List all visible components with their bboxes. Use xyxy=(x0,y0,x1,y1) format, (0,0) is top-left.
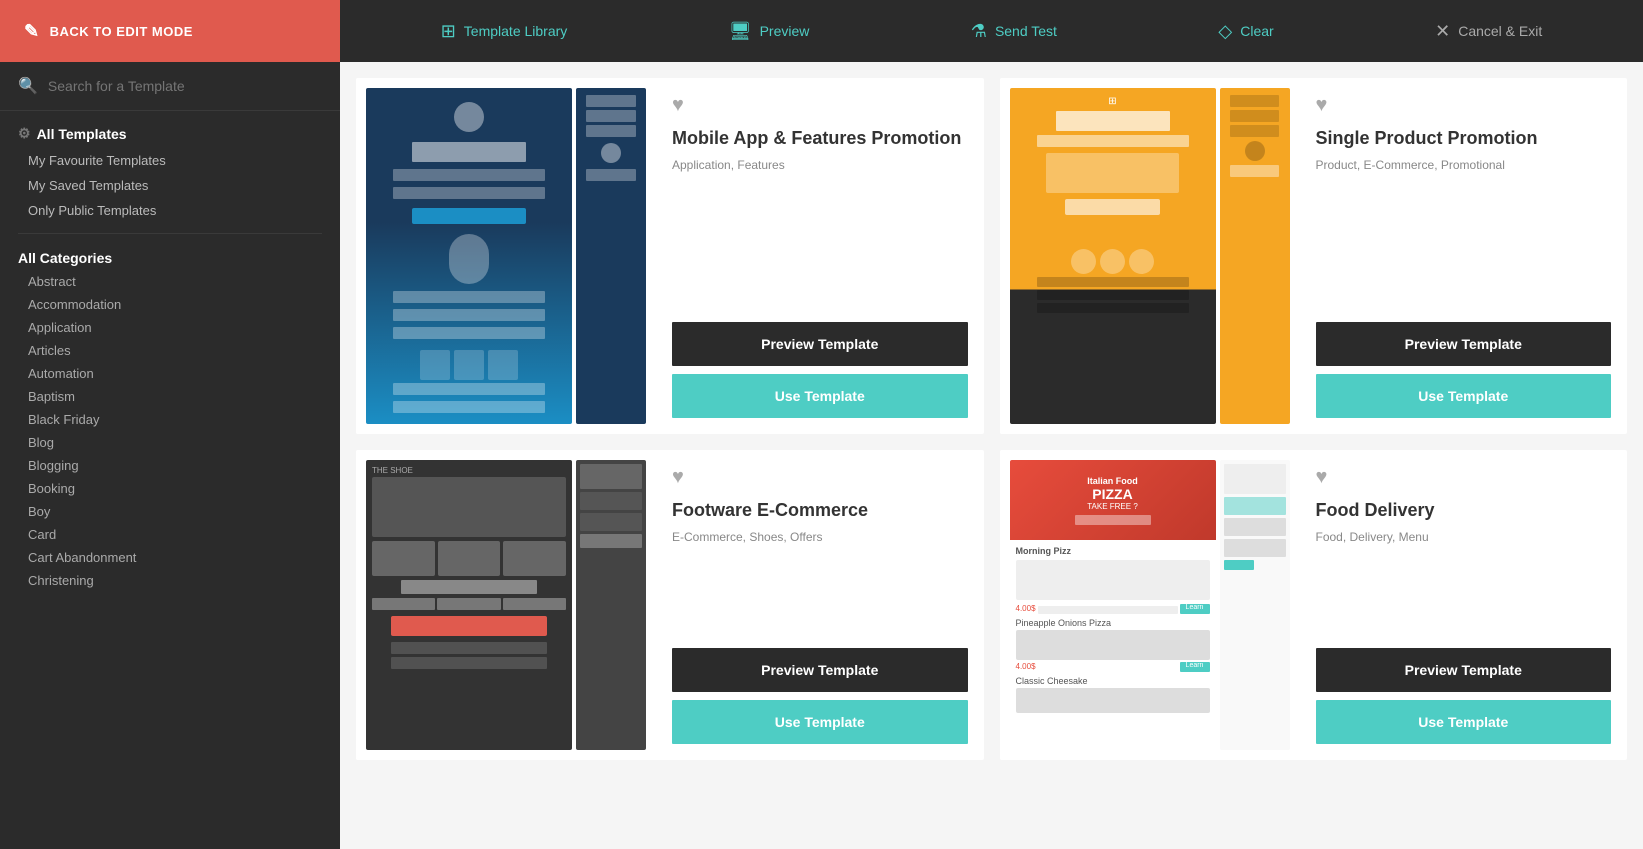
preview-btn-footware[interactable]: Preview Template xyxy=(672,648,968,692)
favourite-heart-mobile[interactable]: ♥ xyxy=(672,94,968,117)
clear-icon: ◇ xyxy=(1218,21,1232,42)
sidebar: 🔍 ⚙ All Templates My Favourite Templates… xyxy=(0,62,340,849)
card-tags-mobile: Application, Features xyxy=(672,158,968,172)
use-btn-food[interactable]: Use Template xyxy=(1316,700,1612,744)
sidebar-category-item[interactable]: Boy xyxy=(0,500,340,523)
sidebar-category-item[interactable]: Baptism xyxy=(0,385,340,408)
card-actions-food: Preview Template Use Template xyxy=(1316,648,1612,744)
all-templates-label: All Templates xyxy=(37,126,127,142)
send-test-label: Send Test xyxy=(995,23,1057,39)
card-secondary-image-footware xyxy=(576,460,646,750)
cancel-exit-nav[interactable]: ✕ Cancel & Exit xyxy=(1435,21,1542,42)
preview-btn-mobile[interactable]: Preview Template xyxy=(672,322,968,366)
card-images-mobile xyxy=(356,78,656,434)
card-details-product: ♥ Single Product Promotion Product, E-Co… xyxy=(1300,78,1628,434)
card-title-product: Single Product Promotion xyxy=(1316,127,1612,150)
sidebar-item-saved[interactable]: My Saved Templates xyxy=(0,173,340,198)
sidebar-category-item[interactable]: Card xyxy=(0,523,340,546)
preview-btn-food[interactable]: Preview Template xyxy=(1316,648,1612,692)
sidebar-item-all-templates[interactable]: ⚙ All Templates xyxy=(0,119,340,148)
favourite-heart-food[interactable]: ♥ xyxy=(1316,466,1612,489)
preview-label: Preview xyxy=(760,23,810,39)
card-title-food: Food Delivery xyxy=(1316,499,1612,522)
preview-nav[interactable]: 🖥 Preview xyxy=(729,21,810,42)
card-actions-footware: Preview Template Use Template xyxy=(672,648,968,744)
card-main-image-footware: THE SHOE xyxy=(366,460,572,750)
template-card-mobile-app: ♥ Mobile App & Features Promotion Applic… xyxy=(356,78,984,434)
card-main-image-food: Italian Food PIZZA TAKE FREE ? Morning P… xyxy=(1010,460,1216,750)
use-btn-product[interactable]: Use Template xyxy=(1316,374,1612,418)
template-library-label: Template Library xyxy=(464,23,568,39)
sidebar-divider xyxy=(18,233,322,234)
nav-items: ⊞ Template Library 🖥 Preview ⚗ Send Test… xyxy=(340,21,1643,42)
card-title-footware: Footware E-Commerce xyxy=(672,499,968,522)
back-to-edit-button[interactable]: ✎ BACK TO EDIT MODE xyxy=(0,0,340,62)
card-images-product: ⊞ xyxy=(1000,78,1300,434)
template-card-footware: THE SHOE xyxy=(356,450,984,760)
card-main-image-product: ⊞ xyxy=(1010,88,1216,424)
search-icon: 🔍 xyxy=(18,76,38,96)
card-details-food: ♥ Food Delivery Food, Delivery, Menu Pre… xyxy=(1300,450,1628,760)
sidebar-category-item[interactable]: Black Friday xyxy=(0,408,340,431)
content-area: ♥ Mobile App & Features Promotion Applic… xyxy=(340,62,1643,849)
card-images-footware: THE SHOE xyxy=(356,450,656,760)
sidebar-category-item[interactable]: Blog xyxy=(0,431,340,454)
search-box: 🔍 xyxy=(0,62,340,111)
card-actions-mobile: Preview Template Use Template xyxy=(672,322,968,418)
card-details-mobile: ♥ Mobile App & Features Promotion Applic… xyxy=(656,78,984,434)
clear-label: Clear xyxy=(1240,23,1273,39)
sidebar-category-item[interactable]: Automation xyxy=(0,362,340,385)
sidebar-category-item[interactable]: Cart Abandonment xyxy=(0,546,340,569)
saved-label: My Saved Templates xyxy=(28,178,148,193)
back-icon: ✎ xyxy=(24,21,40,42)
sidebar-category-item[interactable]: Christening xyxy=(0,569,340,592)
search-input[interactable] xyxy=(48,78,322,94)
template-card-food: Italian Food PIZZA TAKE FREE ? Morning P… xyxy=(1000,450,1628,760)
card-images-food: Italian Food PIZZA TAKE FREE ? Morning P… xyxy=(1000,450,1300,760)
preview-btn-product[interactable]: Preview Template xyxy=(1316,322,1612,366)
use-btn-footware[interactable]: Use Template xyxy=(672,700,968,744)
card-details-footware: ♥ Footware E-Commerce E-Commerce, Shoes,… xyxy=(656,450,984,760)
favourites-label: My Favourite Templates xyxy=(28,153,166,168)
cancel-icon: ✕ xyxy=(1435,21,1450,42)
clear-nav[interactable]: ◇ Clear xyxy=(1218,21,1273,42)
sidebar-item-favourites[interactable]: My Favourite Templates xyxy=(0,148,340,173)
preview-icon: 🖥 xyxy=(729,21,752,42)
card-tags-footware: E-Commerce, Shoes, Offers xyxy=(672,530,968,544)
sidebar-category-item[interactable]: Application xyxy=(0,316,340,339)
template-library-nav[interactable]: ⊞ Template Library xyxy=(441,21,568,42)
card-tags-product: Product, E-Commerce, Promotional xyxy=(1316,158,1612,172)
sidebar-category-item[interactable]: Booking xyxy=(0,477,340,500)
sidebar-category-item[interactable]: Accommodation xyxy=(0,293,340,316)
card-main-image-mobile xyxy=(366,88,572,424)
main-layout: 🔍 ⚙ All Templates My Favourite Templates… xyxy=(0,62,1643,849)
public-label: Only Public Templates xyxy=(28,203,156,218)
template-library-icon: ⊞ xyxy=(441,21,456,42)
favourite-heart-footware[interactable]: ♥ xyxy=(672,466,968,489)
top-nav: ✎ BACK TO EDIT MODE ⊞ Template Library 🖥… xyxy=(0,0,1643,62)
card-tags-food: Food, Delivery, Menu xyxy=(1316,530,1612,544)
sidebar-item-public[interactable]: Only Public Templates xyxy=(0,198,340,223)
card-actions-product: Preview Template Use Template xyxy=(1316,322,1612,418)
send-test-nav[interactable]: ⚗ Send Test xyxy=(971,21,1057,42)
categories-title: All Categories xyxy=(0,244,340,270)
send-test-icon: ⚗ xyxy=(971,21,987,42)
card-secondary-image-mobile xyxy=(576,88,646,424)
card-secondary-image-food xyxy=(1220,460,1290,750)
sidebar-category-item[interactable]: Articles xyxy=(0,339,340,362)
cancel-label: Cancel & Exit xyxy=(1458,23,1542,39)
template-card-product: ⊞ xyxy=(1000,78,1628,434)
back-label: BACK TO EDIT MODE xyxy=(50,24,193,39)
card-secondary-image-product xyxy=(1220,88,1290,424)
favourite-heart-product[interactable]: ♥ xyxy=(1316,94,1612,117)
card-title-mobile: Mobile App & Features Promotion xyxy=(672,127,968,150)
sidebar-category-item[interactable]: Blogging xyxy=(0,454,340,477)
sidebar-category-item[interactable]: Abstract xyxy=(0,270,340,293)
category-list: AbstractAccommodationApplicationArticles… xyxy=(0,270,340,592)
use-btn-mobile[interactable]: Use Template xyxy=(672,374,968,418)
filter-icon: ⚙ xyxy=(18,125,31,142)
